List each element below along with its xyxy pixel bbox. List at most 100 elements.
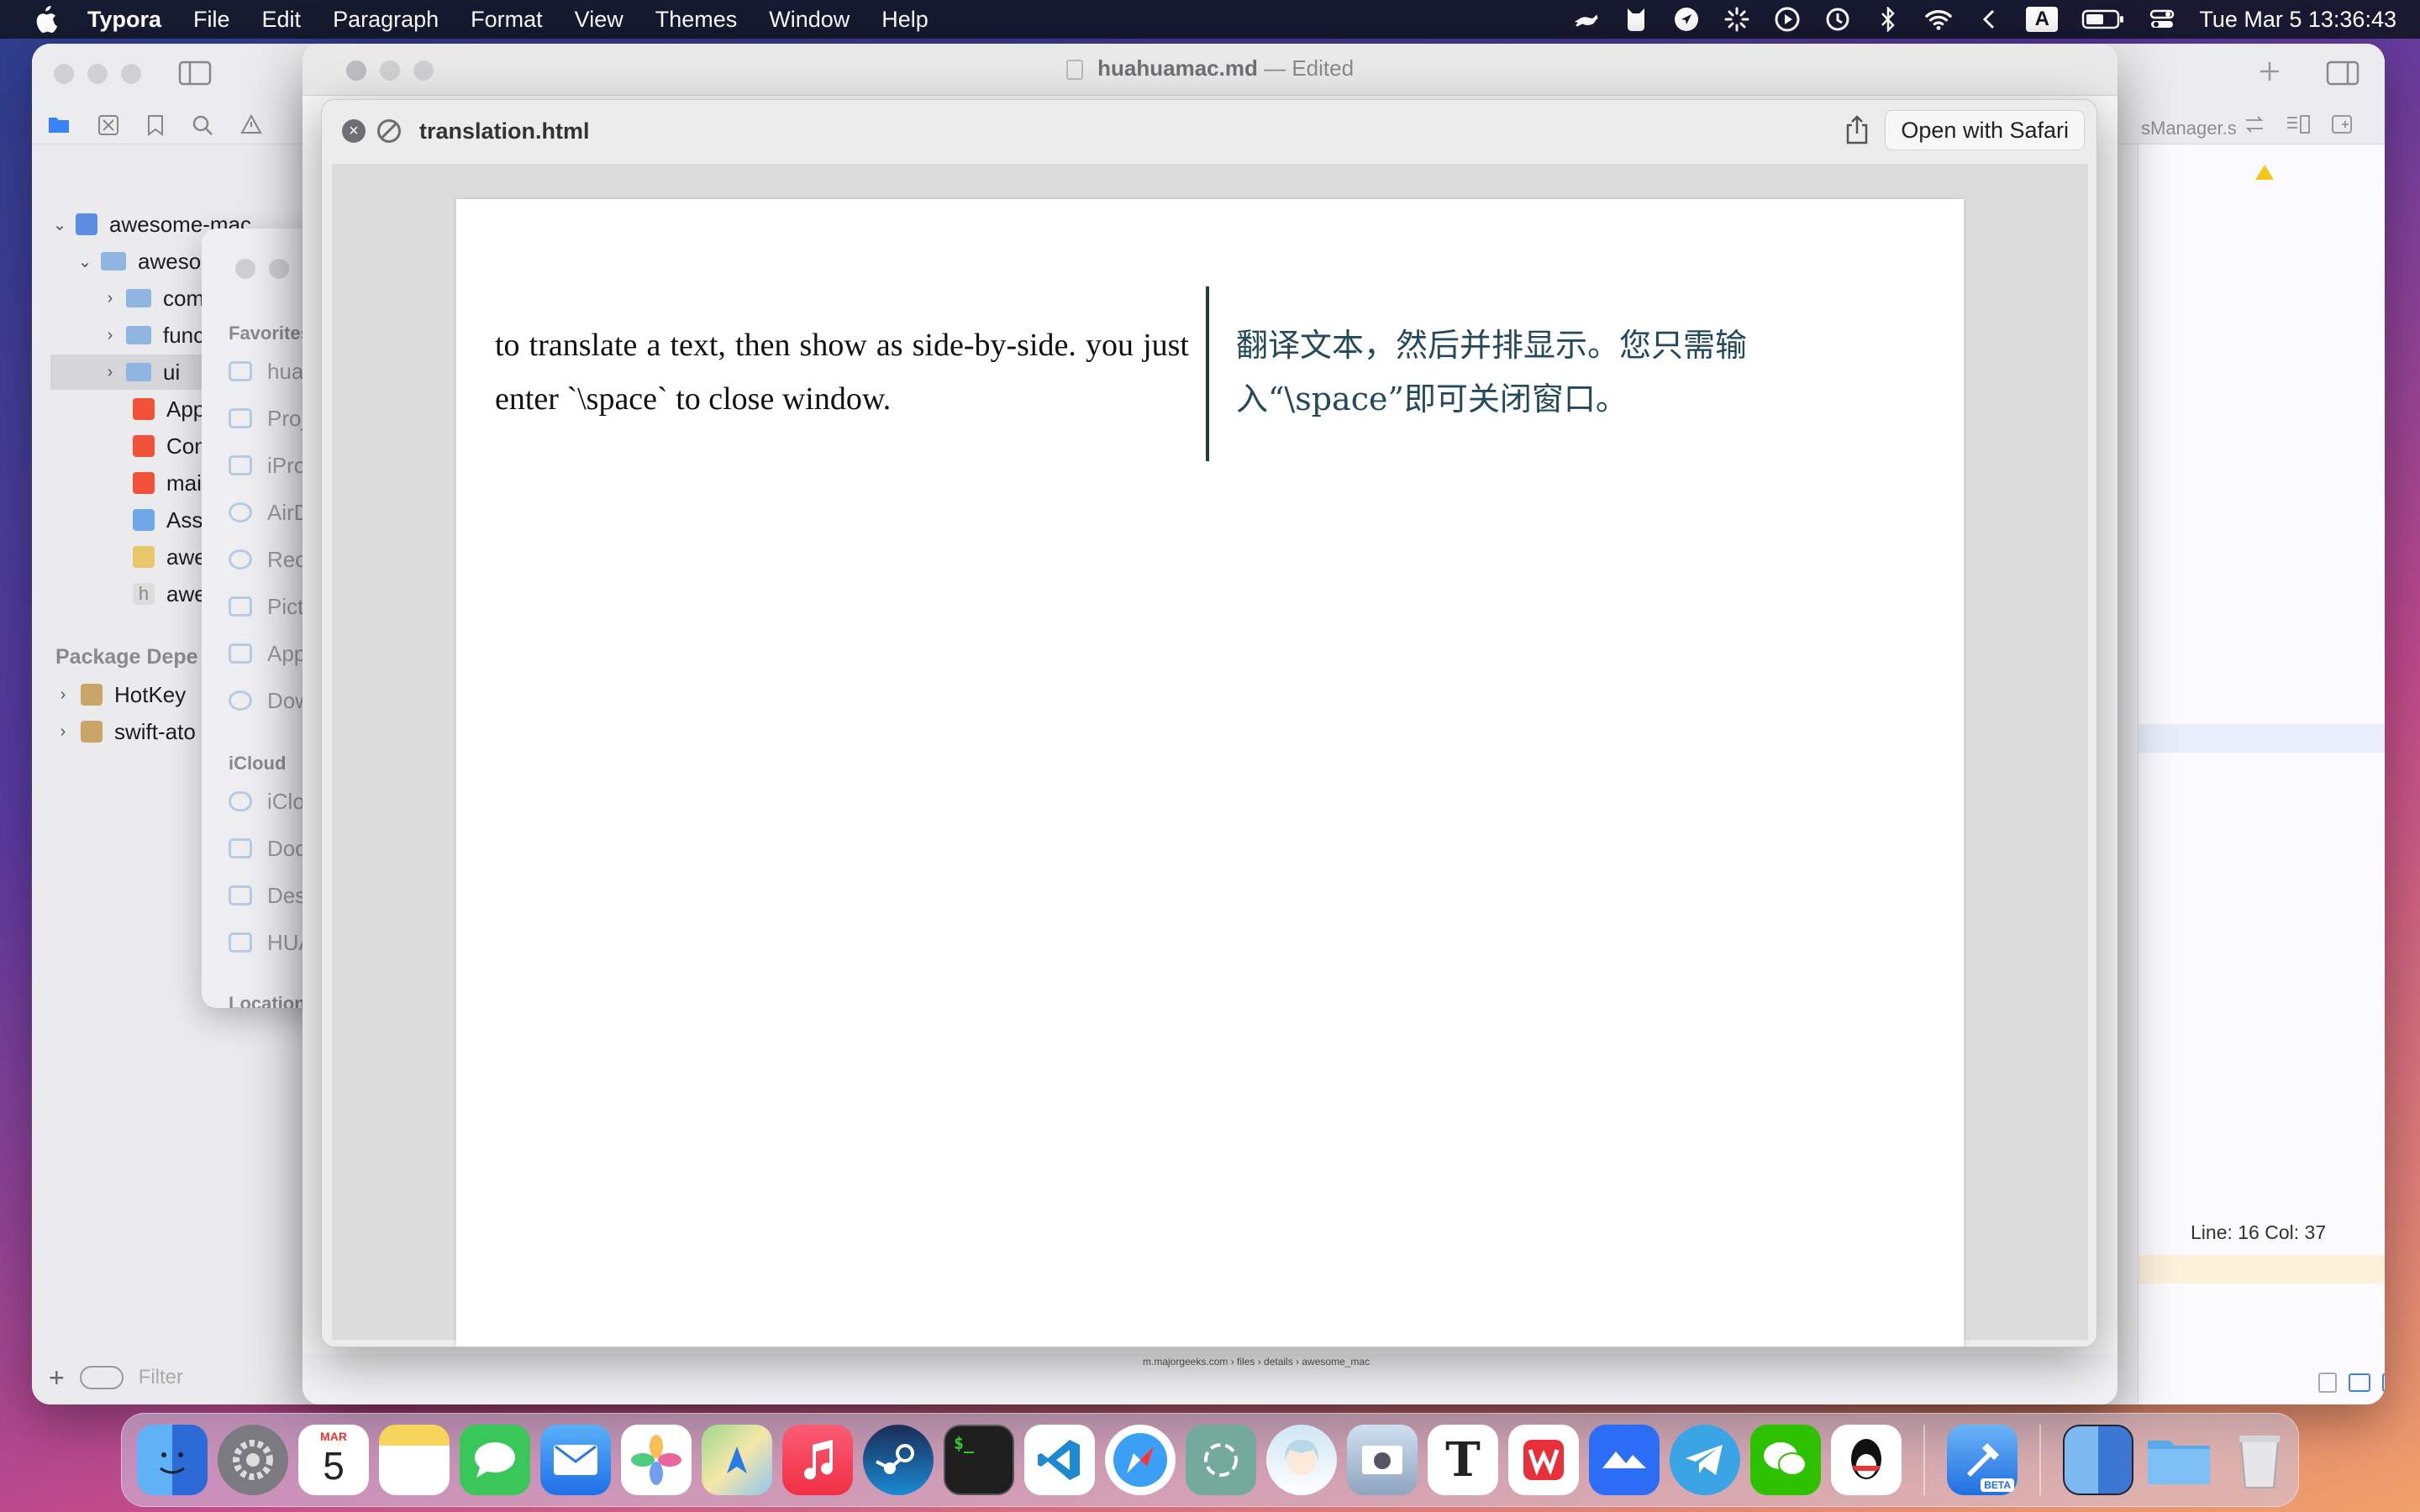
warning-icon[interactable] [240, 113, 262, 140]
source-control-icon[interactable] [97, 114, 119, 140]
dock-app-terminal[interactable]: $_ [944, 1425, 1014, 1495]
menu-file[interactable]: File [177, 7, 246, 33]
tree-row-folder[interactable]: › com [101, 281, 204, 316]
close-button[interactable] [235, 259, 255, 279]
dock-app-calendar[interactable]: MAR 5 [298, 1425, 369, 1495]
tree-row-file[interactable]: main [126, 465, 213, 501]
filter-input[interactable]: Filter [139, 1366, 183, 1389]
dock-app-wps[interactable] [1508, 1425, 1579, 1495]
search-icon[interactable] [192, 114, 213, 140]
dock-app-system-settings[interactable] [218, 1425, 288, 1495]
chevron-right-icon[interactable]: › [54, 722, 72, 742]
trash-icon[interactable] [2318, 1373, 2337, 1393]
sidebar-toggle-icon[interactable] [178, 60, 212, 90]
dock-trash[interactable] [2224, 1425, 2295, 1495]
time-machine-icon[interactable] [1824, 6, 1851, 33]
input-source-indicator[interactable]: A [2026, 7, 2059, 32]
zoom-button[interactable] [121, 64, 141, 84]
menu-view[interactable]: View [559, 7, 639, 33]
dock-app-telegram[interactable] [1670, 1425, 1740, 1495]
swift-file-icon [133, 398, 155, 420]
tree-row-folder[interactable]: › func [101, 318, 205, 353]
cat-head-icon[interactable] [1623, 6, 1649, 33]
typora-titlebar: huahuamac.md — Edited [302, 44, 2118, 96]
bookmark-icon[interactable] [146, 114, 165, 140]
dock-app-messages[interactable] [460, 1425, 530, 1495]
dock-app-music[interactable] [782, 1425, 853, 1495]
xcode-project-icon [76, 213, 97, 235]
tree-row-file[interactable]: h awe [126, 576, 207, 612]
dock-app-wechat[interactable] [1750, 1425, 1821, 1495]
dock-app-notes[interactable] [379, 1425, 450, 1495]
dock-app-photos[interactable] [621, 1425, 692, 1495]
tree-row-file[interactable]: App [126, 391, 205, 427]
dock-app-chatgpt[interactable] [1186, 1425, 1256, 1495]
chevron-right-icon[interactable]: › [101, 363, 119, 382]
battery-icon[interactable] [2081, 6, 2125, 33]
warning-indicator-icon[interactable] [2254, 163, 2275, 186]
activity-spinner-icon[interactable] [1723, 6, 1750, 33]
inspector-toggle-icon[interactable] [2326, 60, 2360, 90]
dock-app-steam[interactable] [863, 1425, 934, 1495]
tree-row-file[interactable]: Com [126, 428, 213, 464]
dock-app-xcode-beta[interactable]: BETA [1947, 1425, 2018, 1495]
chevron-right-icon[interactable]: › [101, 326, 119, 345]
folder-icon [126, 289, 151, 307]
menu-window[interactable]: Window [753, 7, 865, 33]
disable-icon[interactable] [377, 119, 401, 143]
menu-themes[interactable]: Themes [639, 7, 754, 33]
issue-bar [2139, 1255, 2385, 1284]
swap-arrows-icon[interactable] [2244, 114, 2265, 139]
add-editor-icon[interactable] [2331, 114, 2353, 139]
dock-app-vscode[interactable] [1024, 1425, 1095, 1495]
chevron-left-icon[interactable] [1975, 6, 2002, 33]
close-button[interactable] [54, 64, 74, 84]
tree-row-package[interactable]: › swift-ato [54, 714, 196, 749]
chevron-down-icon[interactable]: ⌄ [50, 214, 69, 235]
share-icon[interactable] [1844, 115, 1875, 145]
bluetooth-icon[interactable] [1875, 6, 1902, 33]
add-tab-icon[interactable] [2257, 59, 2282, 88]
minimize-button[interactable] [87, 64, 108, 84]
dock-app-safari[interactable] [1105, 1425, 1176, 1495]
dock-app-preview[interactable] [1347, 1425, 1418, 1495]
menu-help[interactable]: Help [865, 7, 944, 33]
open-with-safari-button[interactable]: Open with Safari [1885, 110, 2085, 150]
dock-app-mail[interactable] [540, 1425, 611, 1495]
menubar-clock[interactable]: Tue Mar 5 13:36:43 [2199, 7, 2396, 33]
control-center-icon[interactable] [2149, 6, 2175, 33]
folder-navigator-icon[interactable] [47, 114, 71, 140]
menu-edit[interactable]: Edit [246, 7, 318, 33]
close-icon[interactable]: × [342, 119, 366, 143]
location-arrow-icon[interactable] [1673, 6, 1700, 33]
chevron-right-icon[interactable]: › [54, 685, 72, 705]
menu-format[interactable]: Format [455, 7, 559, 33]
add-icon[interactable]: + [49, 1362, 65, 1394]
dock-app-maps[interactable] [702, 1425, 772, 1495]
menu-paragraph[interactable]: Paragraph [317, 7, 455, 33]
dock-app-qq[interactable] [1831, 1425, 1902, 1495]
play-circle-icon[interactable] [1774, 6, 1801, 33]
xcode-traffic-lights[interactable] [54, 64, 141, 84]
minimap-icon[interactable] [2286, 114, 2311, 139]
left-panel-icon[interactable] [2349, 1373, 2370, 1392]
dock-folder-downloads[interactable] [2144, 1425, 2214, 1495]
dock-app-lark[interactable] [1589, 1425, 1660, 1495]
folder-icon [101, 252, 126, 270]
dock-app-typora[interactable]: T [1428, 1425, 1498, 1495]
dock-app-finder[interactable] [137, 1425, 208, 1495]
chevron-down-icon[interactable]: ⌄ [76, 251, 94, 272]
running-cat-icon[interactable] [1572, 6, 1599, 33]
filter-icon[interactable] [79, 1366, 124, 1389]
minimize-button[interactable] [269, 259, 289, 279]
wifi-icon[interactable] [1925, 6, 1953, 33]
right-panel-icon[interactable] [2382, 1373, 2385, 1392]
dock-app-finder-legacy[interactable] [2063, 1425, 2133, 1495]
editor-tab-fragment[interactable]: sManager.s [2141, 118, 2237, 139]
chevron-right-icon[interactable]: › [101, 289, 119, 308]
tree-row-package[interactable]: › HotKey [54, 677, 187, 712]
tree-row-file[interactable]: awe [126, 539, 207, 575]
apple-menu-icon[interactable] [22, 0, 69, 39]
dock-app-anime-avatar[interactable] [1266, 1425, 1337, 1495]
app-menu-typora[interactable]: Typora [69, 7, 177, 33]
